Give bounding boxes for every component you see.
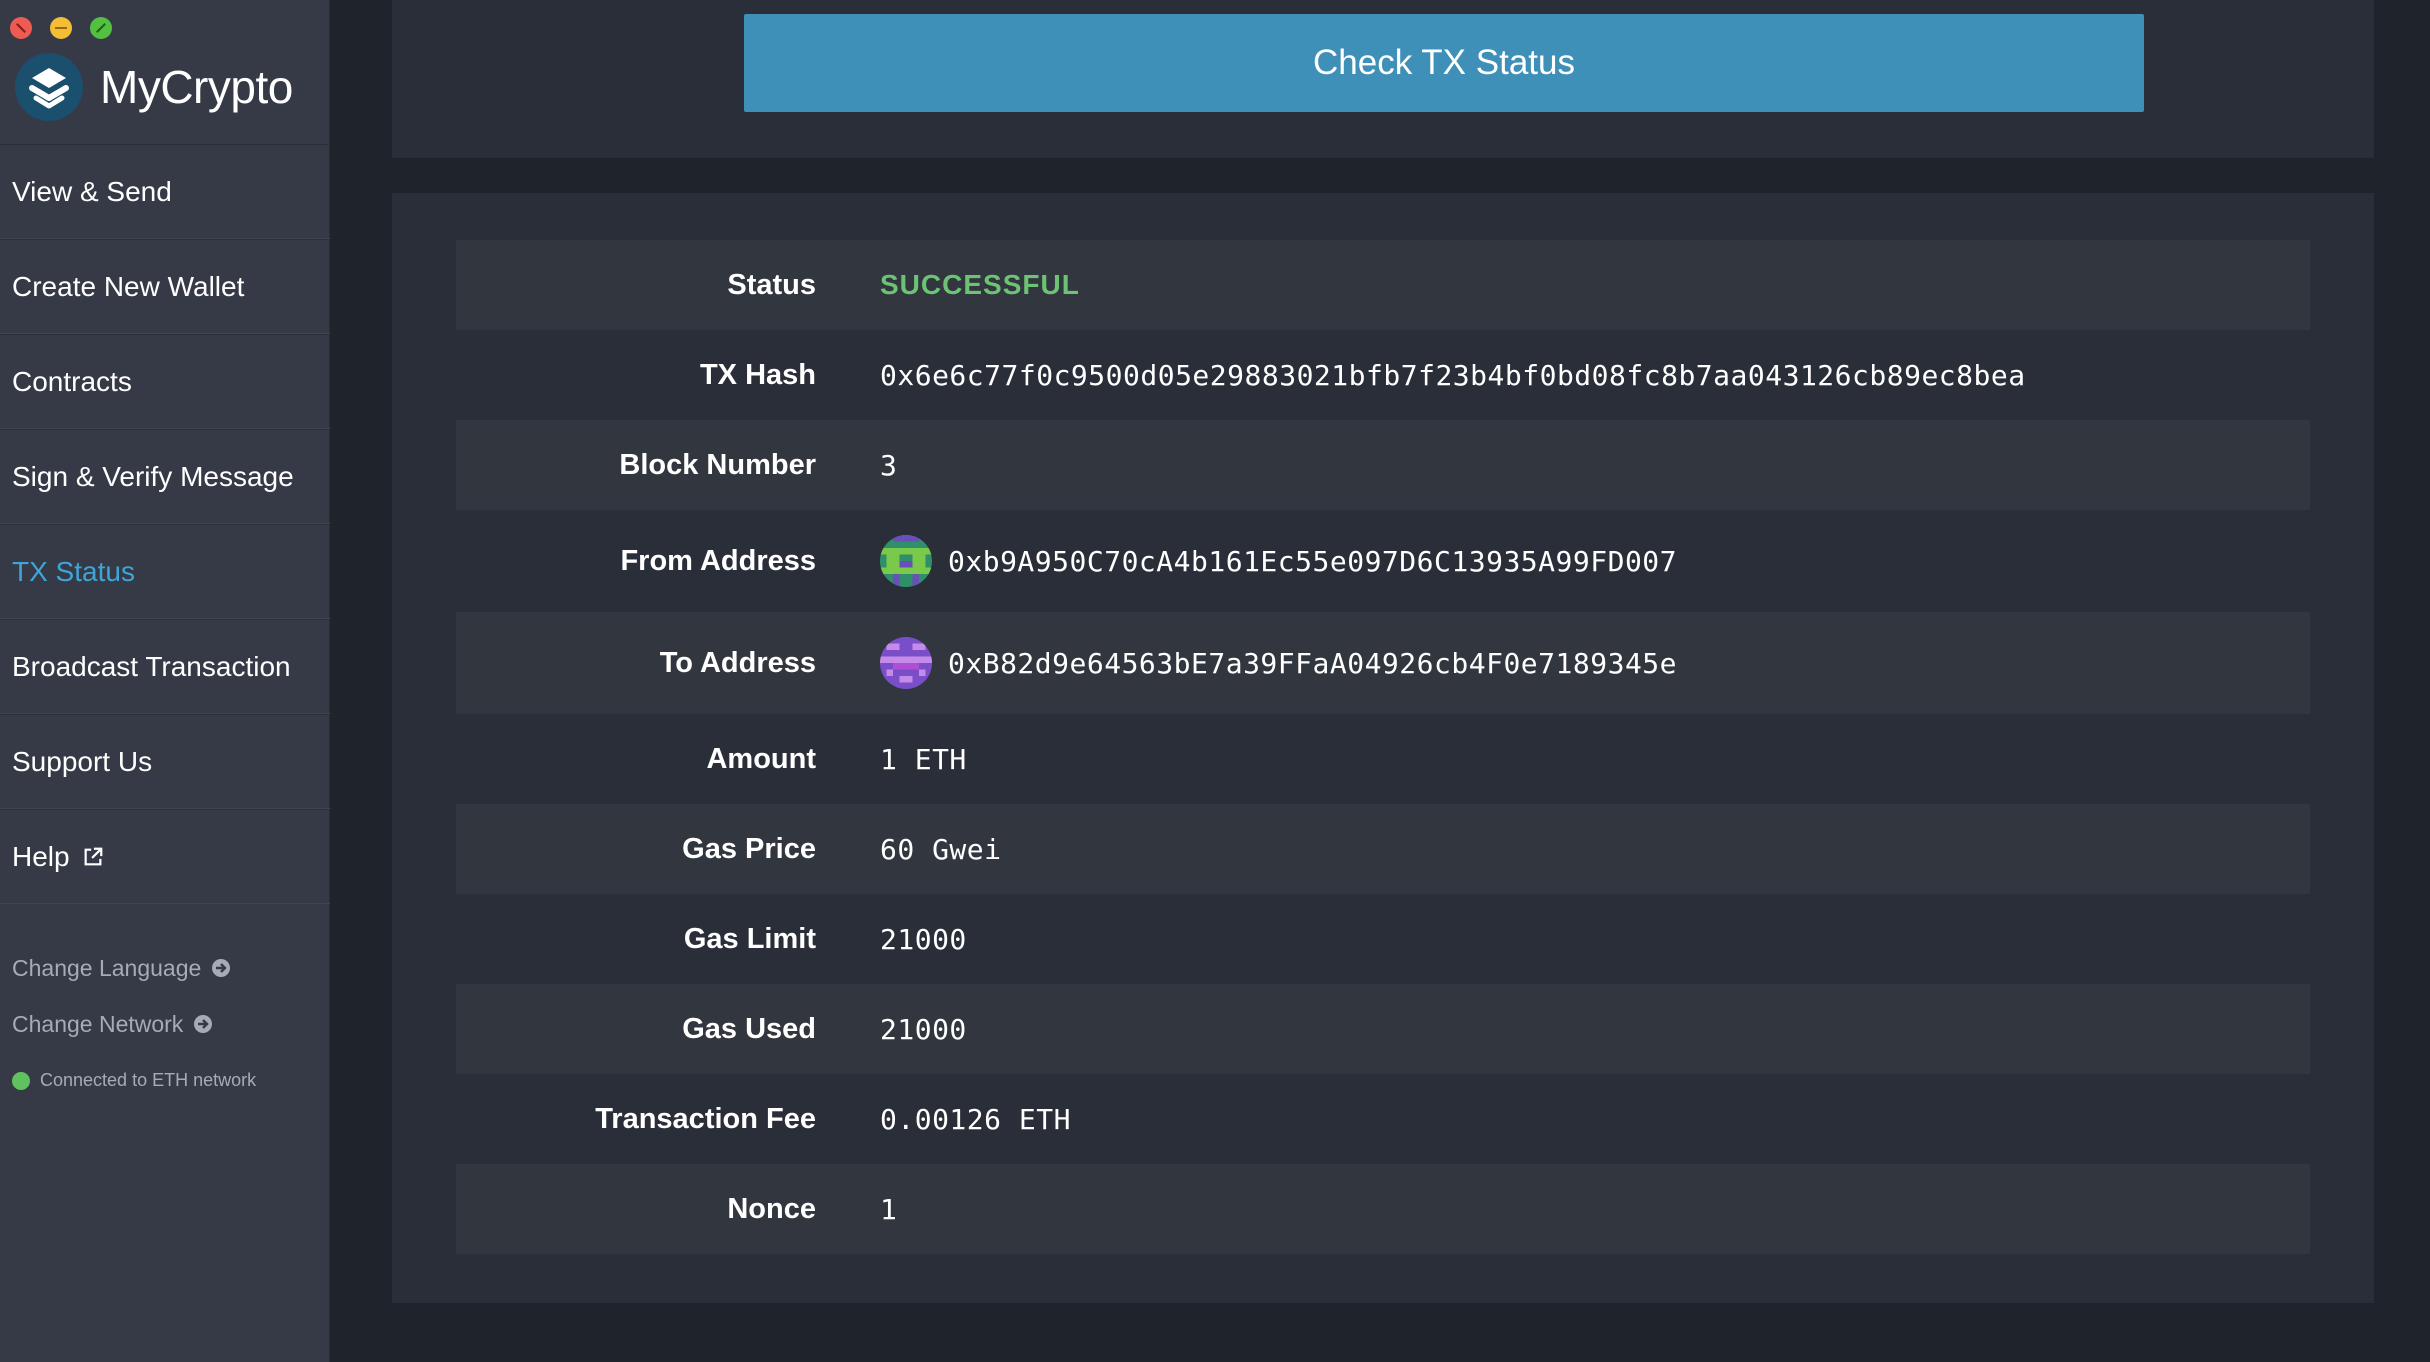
sidebar-item-label: Contracts: [12, 365, 132, 397]
detail-label: From Address: [620, 544, 816, 577]
from-identicon-icon: [880, 535, 932, 587]
sidebar: MyCrypto View & Send Create New Wallet C…: [0, 0, 330, 1362]
to-identicon-icon: [880, 637, 932, 689]
sidebar-settings: Change Language Change Network: [12, 940, 231, 1052]
detail-row-tx-hash: TX Hash 0x6e6c77f0c9500d05e29883021bfb7f…: [456, 330, 2310, 420]
detail-label: Status: [727, 268, 816, 301]
sidebar-item-support[interactable]: Support Us: [0, 714, 330, 809]
sidebar-item-label: Support Us: [12, 745, 153, 777]
detail-label: Block Number: [619, 448, 816, 481]
gas-limit-value: 21000: [880, 922, 967, 956]
sidebar-item-label: View & Send: [12, 175, 172, 207]
detail-label: Amount: [706, 742, 816, 775]
detail-row-from: From Address 0xb9A950C70cA4b161Ec55e097D…: [456, 510, 2310, 612]
sidebar-item-help[interactable]: Help: [0, 809, 330, 904]
change-network-link[interactable]: Change Network: [12, 996, 231, 1052]
sidebar-item-create-wallet[interactable]: Create New Wallet: [0, 239, 330, 334]
detail-label: TX Hash: [699, 358, 816, 391]
gas-price-value: 60 Gwei: [880, 832, 1002, 866]
detail-label: To Address: [659, 646, 816, 679]
block-number-value: 3: [880, 448, 898, 482]
sidebar-item-label: Help: [12, 840, 70, 872]
to-address-text: 0xB82d9e64563bE7a39FFaA04926cb4F0e718934…: [948, 646, 1678, 680]
detail-label: Gas Price: [682, 832, 816, 865]
detail-label: Nonce: [727, 1192, 816, 1225]
network-status: Connected to ETH network: [12, 1070, 256, 1091]
sidebar-item-broadcast[interactable]: Broadcast Transaction: [0, 619, 330, 714]
detail-row-to: To Address 0xB82d9e64563bE7a39FFaA04926c…: [456, 612, 2310, 714]
detail-row-gas-price: Gas Price 60 Gwei: [456, 804, 2310, 894]
detail-label: Gas Limit: [683, 922, 816, 955]
detail-label: Transaction Fee: [595, 1102, 816, 1135]
tx-fee-value: 0.00126 ETH: [880, 1102, 1071, 1136]
window-maximize-button[interactable]: [90, 17, 112, 39]
change-language-label: Change Language: [12, 954, 202, 981]
window-minimize-button[interactable]: [50, 17, 72, 39]
nonce-value: 1: [880, 1192, 898, 1226]
tx-details-table: Status SUCCESSFUL TX Hash 0x6e6c77f0c950…: [456, 240, 2310, 1254]
brand[interactable]: MyCrypto: [14, 52, 293, 122]
detail-row-nonce: Nonce 1: [456, 1164, 2310, 1254]
sidebar-item-label: Create New Wallet: [12, 270, 245, 302]
sidebar-item-label: TX Status: [12, 555, 135, 587]
external-link-icon: [84, 847, 102, 865]
sidebar-nav: View & Send Create New Wallet Contracts …: [0, 144, 330, 904]
sidebar-item-sign-verify[interactable]: Sign & Verify Message: [0, 429, 330, 524]
status-value: SUCCESSFUL: [880, 269, 1080, 300]
tx-lookup-panel: Check TX Status: [392, 0, 2374, 158]
arrow-circle-right-icon: [212, 959, 231, 977]
check-tx-status-button[interactable]: Check TX Status: [744, 14, 2144, 112]
arrow-circle-right-icon: [194, 1015, 213, 1033]
amount-value: 1 ETH: [880, 742, 967, 776]
main-content: Check TX Status Status SUCCESSFUL TX Has…: [330, 0, 2430, 1362]
sidebar-item-tx-status[interactable]: TX Status: [0, 524, 330, 619]
gas-used-value: 21000: [880, 1012, 967, 1046]
mycrypto-logo-icon: [15, 53, 83, 121]
detail-row-status: Status SUCCESSFUL: [456, 240, 2310, 330]
detail-row-gas-limit: Gas Limit 21000: [456, 894, 2310, 984]
brand-name: MyCrypto: [100, 61, 293, 113]
network-status-text: Connected to ETH network: [40, 1070, 257, 1090]
from-address-text: 0xb9A950C70cA4b161Ec55e097D6C13935A99FD0…: [948, 544, 1678, 578]
detail-label: Gas Used: [682, 1012, 816, 1045]
tx-hash-value: 0x6e6c77f0c9500d05e29883021bfb7f23b4bf0b…: [880, 358, 2026, 392]
to-address-value: 0xB82d9e64563bE7a39FFaA04926cb4F0e718934…: [880, 637, 1677, 689]
detail-row-amount: Amount 1 ETH: [456, 714, 2310, 804]
connected-dot-icon: [12, 1071, 30, 1090]
window-close-button[interactable]: [10, 17, 32, 39]
sidebar-item-label: Broadcast Transaction: [12, 650, 291, 682]
change-language-link[interactable]: Change Language: [12, 940, 231, 996]
sidebar-item-contracts[interactable]: Contracts: [0, 334, 330, 429]
detail-row-block-number: Block Number 3: [456, 420, 2310, 510]
window-controls: [10, 17, 112, 39]
change-network-label: Change Network: [12, 1010, 184, 1037]
detail-row-gas-used: Gas Used 21000: [456, 984, 2310, 1074]
sidebar-item-label: Sign & Verify Message: [12, 460, 294, 492]
detail-row-tx-fee: Transaction Fee 0.00126 ETH: [456, 1074, 2310, 1164]
from-address-value: 0xb9A950C70cA4b161Ec55e097D6C13935A99FD0…: [880, 535, 1677, 587]
tx-details-panel: Status SUCCESSFUL TX Hash 0x6e6c77f0c950…: [392, 193, 2374, 1303]
sidebar-item-view-send[interactable]: View & Send: [0, 144, 330, 239]
